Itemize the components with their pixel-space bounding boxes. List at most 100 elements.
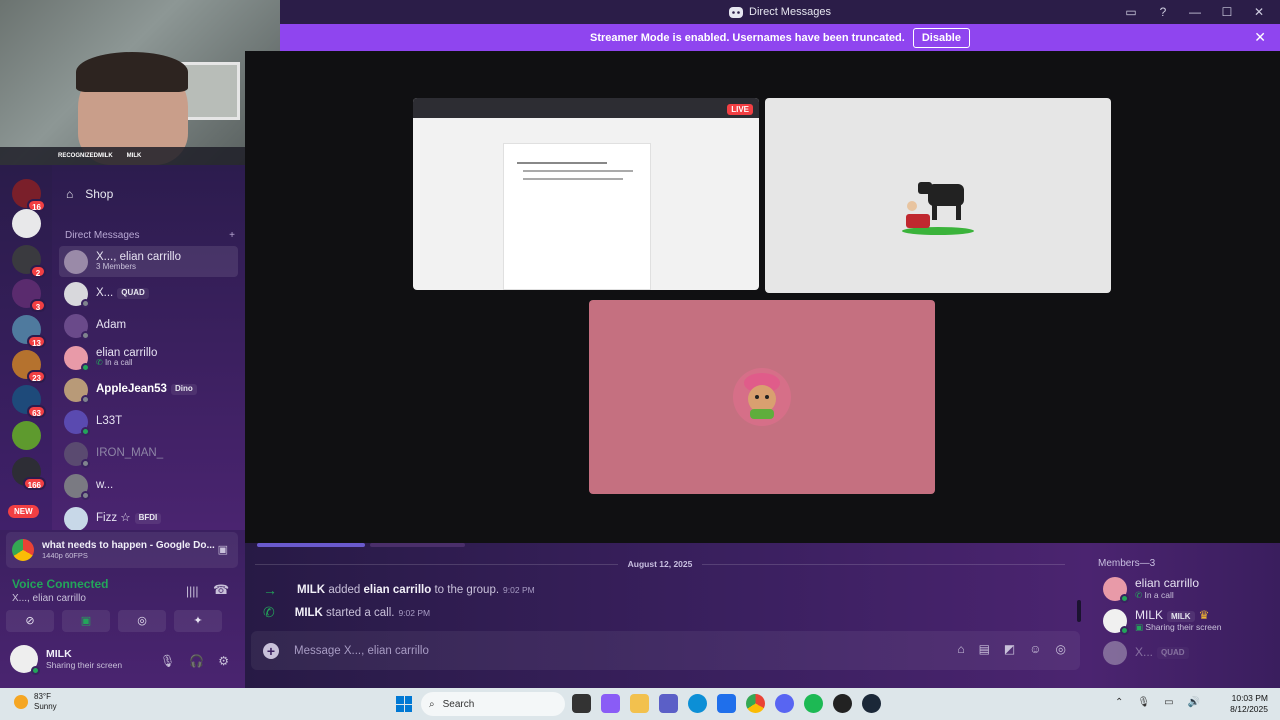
message-target[interactable]: elian carrillo (364, 584, 432, 596)
chrome-icon[interactable] (746, 694, 765, 713)
copilot-icon[interactable] (601, 694, 620, 713)
dm-name: Adam (96, 319, 127, 332)
inbox-icon[interactable]: ▭ (1124, 5, 1138, 19)
obs-icon[interactable] (833, 694, 852, 713)
date-divider: August 12, 2025 (255, 559, 1066, 569)
avatar (64, 473, 90, 500)
clock[interactable]: 10:03 PM 8/12/2025 (1230, 693, 1268, 716)
voice-channel[interactable]: X..., elian carrillo (12, 593, 108, 604)
arrow-right-icon: → (263, 582, 277, 598)
dm-item[interactable]: X..., elian carrillo 3 Members (59, 246, 238, 277)
disconnect-icon[interactable]: ☎ (213, 582, 229, 598)
store-icon[interactable] (717, 694, 736, 713)
current-user[interactable]: MILK Sharing their screen (10, 645, 122, 675)
discord-icon[interactable] (775, 694, 794, 713)
create-dm-button[interactable]: + (229, 230, 235, 241)
dm-header-label: Direct Messages (65, 230, 140, 241)
soundboard-button[interactable]: ✦ (174, 610, 222, 632)
teams-icon[interactable] (659, 694, 678, 713)
new-badge[interactable]: NEW (8, 505, 39, 518)
attach-plus-icon[interactable]: + (263, 642, 279, 659)
camera-off-button[interactable]: ⊘ (6, 610, 54, 632)
help-icon[interactable]: ? (1156, 5, 1170, 19)
maximize-button[interactable]: ☐ (1220, 5, 1234, 19)
member-item[interactable]: MILK MILK ♛ ▣ Sharing their screen (1103, 608, 1222, 635)
message-actor[interactable]: MILK (295, 607, 323, 619)
webcam-hair (76, 52, 188, 92)
message-time: 9:02 PM (398, 607, 431, 618)
message-actor[interactable]: MILK (297, 584, 325, 596)
close-window-button[interactable]: ✕ (1252, 5, 1266, 19)
headphones-icon[interactable]: 🎧 (189, 654, 204, 668)
sticker-icon[interactable]: ◩ (1004, 642, 1015, 656)
network-icon[interactable]: ▭ (1164, 697, 1173, 708)
apps-icon[interactable]: ◎ (1056, 642, 1066, 656)
member-item[interactable]: X... QUAD (1103, 641, 1189, 665)
avatar (64, 313, 90, 340)
server-icon[interactable] (12, 209, 41, 238)
close-icon[interactable]: ✕ (1254, 29, 1266, 46)
chat-scrollbar[interactable] (1077, 600, 1081, 622)
server-badge: 23 (27, 370, 46, 383)
server-icon[interactable] (12, 421, 41, 450)
steam-icon[interactable] (862, 694, 881, 713)
clock-time: 10:03 PM (1231, 693, 1268, 703)
shop-link[interactable]: ⌂ Shop (66, 187, 113, 201)
windows-start-icon[interactable] (396, 696, 412, 712)
gif-icon[interactable]: ▤ (979, 642, 990, 656)
volume-icon[interactable]: 🔊 (1188, 697, 1200, 708)
screen-share-tile[interactable]: LIVE (413, 98, 759, 290)
file-explorer-icon[interactable] (630, 694, 649, 713)
video-tile-milk[interactable] (765, 98, 1111, 293)
settings-gear-icon[interactable]: ⚙ (218, 654, 229, 668)
dm-sub: In a call (104, 358, 133, 368)
screen-share-card[interactable]: what needs to happen - Google Do... 1440… (6, 532, 238, 568)
edge-icon[interactable] (688, 694, 707, 713)
weather-widget[interactable]: 83°F Sunny (14, 692, 57, 711)
message-input[interactable]: Message X..., elian carrillo (294, 645, 429, 657)
server-icon[interactable]: 166 (12, 457, 46, 490)
server-icon[interactable]: 23 (12, 350, 46, 383)
dm-item[interactable]: IRON_MAN_ (59, 438, 238, 469)
server-icon[interactable]: 3 (12, 279, 46, 312)
stop-stream-icon[interactable]: ▣ (218, 543, 228, 556)
dm-item[interactable]: w... (59, 470, 238, 501)
doc-line (523, 178, 623, 180)
gift-icon[interactable]: ⌂ (957, 642, 964, 656)
server-icon[interactable]: 16 (12, 179, 46, 212)
member-item[interactable]: elian carrillo ✆ In a call (1103, 576, 1199, 603)
task-view-icon[interactable] (572, 694, 591, 713)
dm-item[interactable]: Adam (59, 310, 238, 341)
avatar (64, 345, 90, 372)
system-tray: ⌃ 🎙 ▭ 🔊 (1115, 697, 1200, 708)
activity-button[interactable]: ◎ (118, 610, 166, 632)
system-message: ✆ MILK started a call. 9:02 PM (263, 604, 430, 621)
avatar (1103, 577, 1129, 603)
message-composer[interactable]: + Message X..., elian carrillo ⌂ ▤ ◩ ☺ ◎ (251, 631, 1080, 670)
microphone-icon[interactable]: 🎙 (160, 654, 175, 668)
noise-suppression-icon[interactable]: |||| (186, 584, 198, 598)
avatar (10, 645, 40, 675)
emoji-icon[interactable]: ☺ (1029, 642, 1041, 656)
spotify-icon[interactable] (804, 694, 823, 713)
server-icon[interactable]: 2 (12, 245, 46, 278)
member-status: Sharing their screen (1145, 622, 1222, 633)
dm-item[interactable]: L33T (59, 406, 238, 437)
microphone-icon[interactable]: 🎙 (1137, 697, 1150, 708)
disable-button[interactable]: Disable (912, 27, 970, 48)
dm-name: X... (96, 287, 114, 300)
dm-item[interactable]: X... QUAD (59, 278, 238, 309)
server-icon[interactable]: 63 (12, 385, 46, 418)
minimize-button[interactable]: — (1188, 5, 1202, 19)
dm-item[interactable]: elian carrillo ✆ In a call (59, 342, 238, 373)
server-icon[interactable]: 13 (12, 315, 46, 348)
tiktok-handle: RECOGNIZEDMILK (58, 153, 113, 159)
window-title: Direct Messages (749, 6, 831, 18)
dm-item[interactable]: AppleJean53 Dino (59, 374, 238, 405)
avatar (64, 249, 88, 274)
taskbar-search[interactable]: ⌕ Search (421, 692, 565, 716)
clock-date: 8/12/2025 (1230, 704, 1268, 715)
chevron-up-icon[interactable]: ⌃ (1115, 697, 1123, 708)
video-tile-elian[interactable] (589, 300, 935, 494)
screen-share-button[interactable]: ▣ (62, 610, 110, 632)
